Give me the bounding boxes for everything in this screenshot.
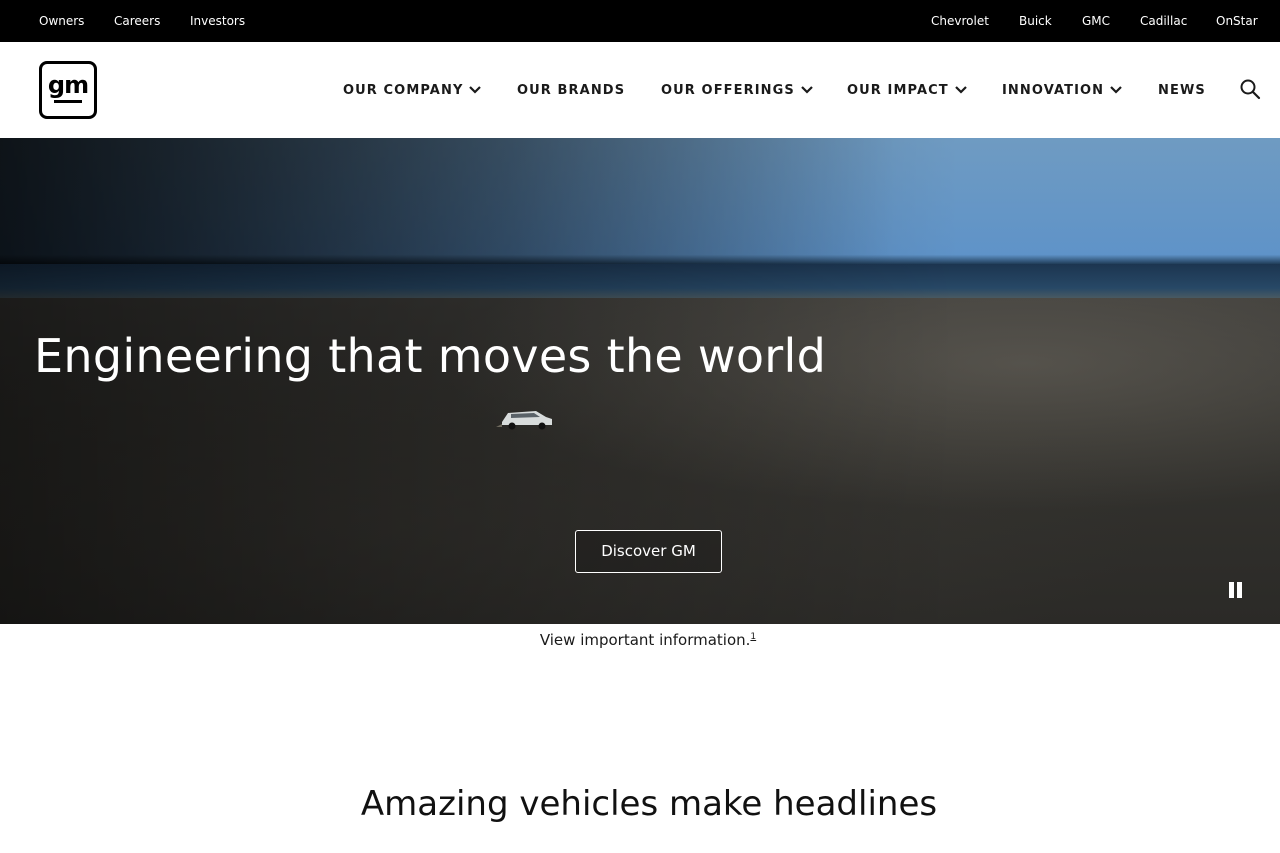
nav-label: OUR IMPACT xyxy=(847,82,949,98)
nav-label: OUR OFFERINGS xyxy=(661,82,795,98)
nav-label: INNOVATION xyxy=(1002,82,1105,98)
hero-title: Engineering that moves the world xyxy=(34,329,827,383)
nav-label: OUR BRANDS xyxy=(517,82,626,98)
pause-icon[interactable] xyxy=(1226,578,1246,602)
main-header: gm OUR COMPANY OUR BRANDS OUR OFFERINGS … xyxy=(0,42,1280,138)
important-info-text: View important information. xyxy=(539,631,751,649)
utility-bar: Owners Careers Investors Chevrolet Buick… xyxy=(0,0,1280,42)
chevron-down-icon xyxy=(801,86,813,94)
nav-news[interactable]: NEWS xyxy=(1158,80,1206,100)
logo-underline xyxy=(54,100,82,103)
chevron-down-icon xyxy=(469,86,482,94)
hero-banner: Engineering that moves the world Discove… xyxy=(0,138,1280,624)
chevron-down-icon xyxy=(954,86,967,94)
utility-link-gmc[interactable]: GMC xyxy=(1082,13,1110,29)
section-heading: Amazing vehicles make headlines xyxy=(360,784,938,824)
search-icon[interactable] xyxy=(1239,78,1261,100)
utility-link-buick[interactable]: Buick xyxy=(1019,13,1052,29)
utility-link-onstar[interactable]: OnStar xyxy=(1216,13,1258,29)
utility-link-careers[interactable]: Careers xyxy=(114,13,160,29)
nav-innovation[interactable]: INNOVATION xyxy=(1002,80,1122,100)
footnote-marker[interactable]: 1 xyxy=(750,632,756,642)
utility-link-owners[interactable]: Owners xyxy=(39,13,84,29)
vehicle-image xyxy=(496,411,552,430)
chevron-down-icon xyxy=(1110,86,1122,94)
nav-label: OUR COMPANY xyxy=(343,82,464,98)
utility-link-cadillac[interactable]: Cadillac xyxy=(1140,13,1187,29)
nav-our-impact[interactable]: OUR IMPACT xyxy=(847,80,967,100)
important-info-link[interactable]: View important information.1 xyxy=(0,631,1280,649)
nav-our-brands[interactable]: OUR BRANDS xyxy=(517,80,625,100)
utility-link-chevrolet[interactable]: Chevrolet xyxy=(931,13,989,29)
nav-our-company[interactable]: OUR COMPANY xyxy=(343,80,482,100)
logo-text: gm xyxy=(47,71,89,99)
nav-our-offerings[interactable]: OUR OFFERINGS xyxy=(661,80,813,100)
utility-link-investors[interactable]: Investors xyxy=(190,13,245,29)
discover-gm-button[interactable]: Discover GM xyxy=(575,530,722,573)
gm-logo[interactable]: gm xyxy=(39,61,97,119)
nav-label: NEWS xyxy=(1158,82,1206,98)
